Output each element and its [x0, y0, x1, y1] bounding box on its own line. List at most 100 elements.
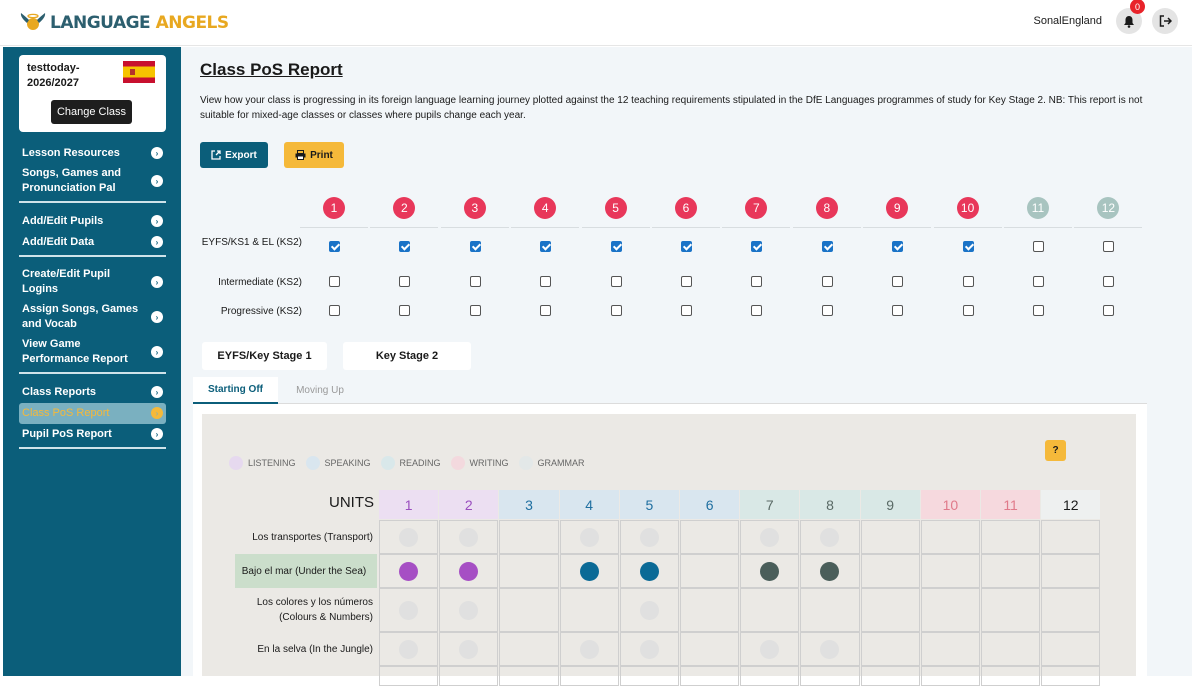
sidebar-item-label: Create/Edit Pupil Logins: [22, 268, 111, 295]
requirement-checkbox[interactable]: [610, 241, 622, 252]
requirement-checkbox[interactable]: [681, 305, 692, 316]
progress-cell: [559, 554, 619, 588]
requirement-number-badge: 10: [956, 197, 979, 219]
progress-cell: [981, 666, 1041, 686]
requirement-checkbox[interactable]: [962, 305, 974, 316]
sidebar-item-label: Lesson Resources: [22, 146, 120, 159]
username[interactable]: SonalEngland: [1033, 15, 1102, 27]
column-divider: [722, 227, 791, 228]
sidebar-item[interactable]: Add/Edit Data ›: [19, 232, 166, 253]
sidebar-item-label: Songs, Games and Pronunciation Pal: [22, 167, 122, 194]
requirement-checkbox[interactable]: [329, 305, 340, 316]
tab-eyfs-key-stage-1[interactable]: EYFS/Key Stage 1: [202, 342, 327, 370]
requirement-checkbox[interactable]: [681, 241, 692, 252]
progress-cell: [981, 632, 1041, 666]
requirement-checkbox[interactable]: [540, 241, 552, 252]
requirement-checkbox[interactable]: [892, 276, 904, 287]
progress-cell: [680, 554, 740, 588]
requirement-checkbox[interactable]: [469, 305, 481, 316]
sidebar-item[interactable]: Assign Songs, Games and Vocab ›: [19, 300, 166, 335]
export-label: Export: [225, 149, 257, 161]
requirement-checkbox[interactable]: [1033, 276, 1044, 287]
sidebar-item[interactable]: Add/Edit Pupils ›: [19, 211, 166, 232]
legend-label: GRAMMAR: [537, 458, 585, 468]
unit-header: 6: [680, 490, 740, 519]
sidebar-item[interactable]: Lesson Resources ›: [19, 143, 166, 164]
requirement-checkbox[interactable]: [329, 276, 340, 287]
requirement-checkbox[interactable]: [1103, 305, 1115, 316]
requirement-checkbox[interactable]: [892, 241, 904, 252]
help-button[interactable]: ?: [1045, 440, 1066, 461]
requirement-checkbox[interactable]: [821, 305, 833, 316]
progress-cell: [920, 666, 980, 686]
unit-header: 3: [499, 490, 559, 519]
requirement-checkbox[interactable]: [610, 305, 622, 316]
requirement-checkbox[interactable]: [821, 276, 833, 287]
sidebar-item[interactable]: View Game Performance Report ›: [19, 335, 166, 370]
requirement-checkbox[interactable]: [892, 305, 904, 316]
progress-cell: [680, 520, 740, 554]
progress-cell: [1041, 588, 1101, 632]
requirement-checkbox[interactable]: [540, 276, 552, 287]
progress-cell: [619, 554, 679, 588]
legend-item: WRITING: [450, 456, 509, 470]
requirement-checkbox[interactable]: [469, 241, 481, 252]
progress-cell: [439, 666, 499, 686]
tab-key-stage-2[interactable]: Key Stage 2: [343, 342, 471, 370]
tab-moving-up[interactable]: Moving Up: [282, 377, 358, 404]
sidebar-item[interactable]: Class PoS Report ›: [19, 403, 166, 424]
requirement-checkbox[interactable]: [1033, 241, 1044, 252]
requirement-checkbox[interactable]: [751, 305, 763, 316]
requirement-checkbox[interactable]: [1033, 305, 1044, 316]
legend-item: LISTENING: [229, 456, 296, 470]
requirement-checkbox[interactable]: [329, 241, 340, 252]
sidebar-item[interactable]: Songs, Games and Pronunciation Pal ›: [19, 164, 166, 199]
legend-label: READING: [399, 458, 441, 468]
requirement-checkbox[interactable]: [469, 276, 481, 287]
sidebar-item[interactable]: Create/Edit Pupil Logins ›: [19, 265, 166, 300]
notification-count-badge: 0: [1130, 0, 1145, 14]
change-class-button[interactable]: Change Class: [51, 100, 132, 124]
unit-header: 9: [860, 490, 920, 519]
progress-cell: [800, 632, 860, 666]
progress-cell: [379, 554, 439, 588]
requirement-number-badge: 9: [886, 197, 909, 219]
sidebar-item-label: Pupil PoS Report: [22, 427, 112, 440]
requirement-checkbox[interactable]: [821, 241, 833, 252]
sidebar-item[interactable]: Pupil PoS Report ›: [19, 424, 166, 445]
requirement-checkbox[interactable]: [1103, 241, 1115, 252]
tab-starting-off[interactable]: Starting Off: [193, 377, 278, 404]
requirement-checkbox[interactable]: [681, 276, 692, 287]
language-angels-logo[interactable]: LANGUAGE ANGELS: [18, 8, 229, 38]
empty-progress-dot: [820, 639, 840, 659]
sidebar-item-label: Add/Edit Pupils: [22, 214, 104, 227]
print-button[interactable]: Print: [284, 142, 344, 168]
sidebar-item-label: Class PoS Report: [22, 406, 110, 419]
requirement-checkbox[interactable]: [962, 276, 974, 287]
sidebar-item-label: Assign Songs, Games and Vocab: [22, 303, 139, 330]
requirement-checkbox[interactable]: [751, 241, 763, 252]
unit-header: 5: [619, 490, 679, 519]
requirement-checkbox[interactable]: [399, 241, 411, 252]
empty-progress-dot: [459, 527, 479, 547]
export-button[interactable]: Export: [200, 142, 268, 168]
progress-dot: [639, 561, 659, 581]
legend-label: WRITING: [469, 458, 509, 468]
progress-cell: [499, 520, 559, 554]
requirement-checkbox[interactable]: [540, 305, 552, 316]
notifications-button[interactable]: 0: [1116, 0, 1145, 34]
logout-button[interactable]: [1152, 8, 1178, 34]
sidebar-item[interactable]: Class Reports ›: [19, 382, 166, 403]
requirement-checkbox[interactable]: [1103, 276, 1115, 287]
requirement-checkbox[interactable]: [399, 305, 411, 316]
requirement-checkbox[interactable]: [751, 276, 763, 287]
requirement-checkbox[interactable]: [610, 276, 622, 287]
progress-cell: [860, 588, 920, 632]
progress-cell: [740, 632, 800, 666]
empty-progress-dot: [399, 639, 419, 659]
chevron-right-icon: ›: [151, 311, 163, 323]
requirement-checkbox[interactable]: [962, 241, 974, 252]
progress-cell: [439, 554, 499, 588]
requirement-checkbox[interactable]: [399, 276, 411, 287]
progress-cell: [1041, 554, 1101, 588]
